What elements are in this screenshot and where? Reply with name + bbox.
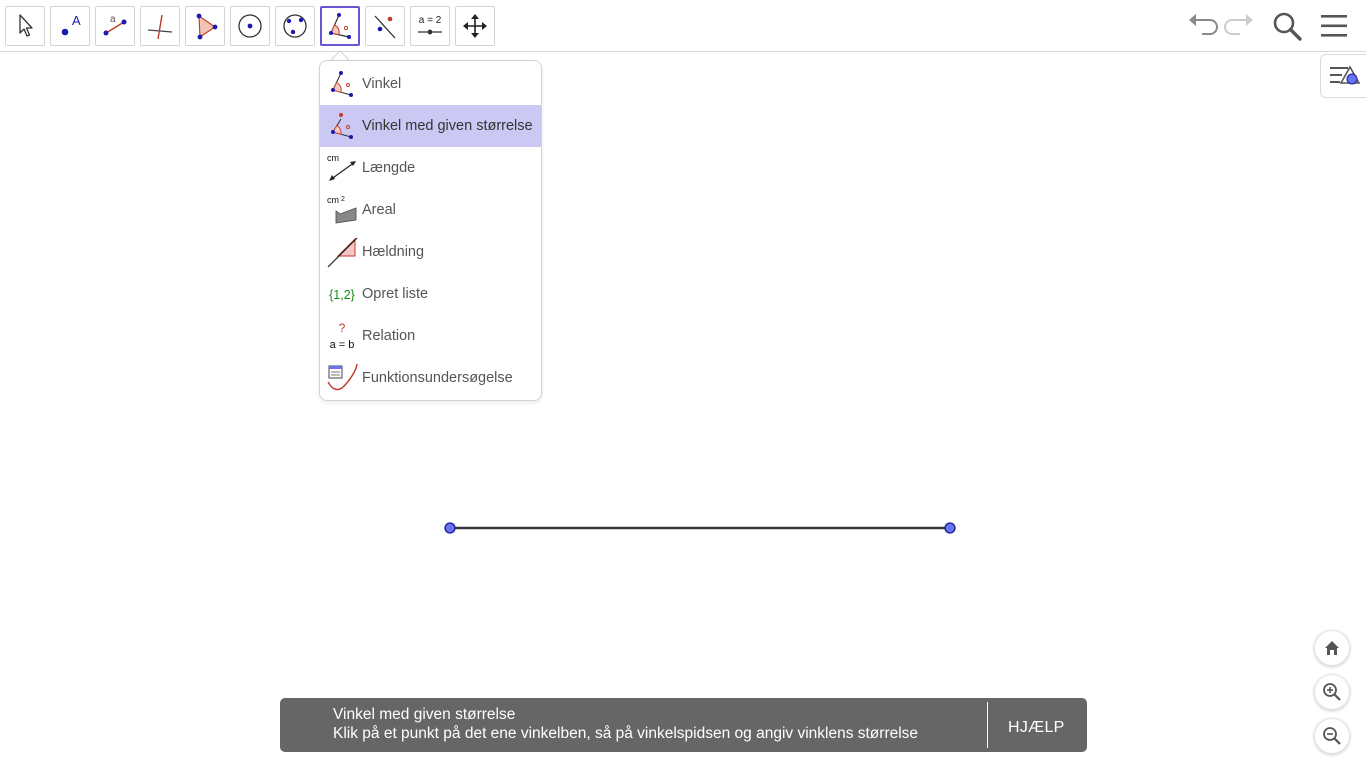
perpendicular-tool-button[interactable] [140,6,180,46]
point-tool-label: A [72,13,81,28]
angle-tool-button[interactable] [320,6,360,46]
reflect-icon [374,15,396,39]
angle-icon [329,13,351,39]
circle-three-points-tool-button[interactable] [275,6,315,46]
tooltip-description: Klik på et punkt på det ene vinkelben, s… [333,725,919,742]
polygon-icon [196,13,218,40]
move-tool-button[interactable] [5,6,45,46]
point-right[interactable] [944,522,956,534]
zoom-out-icon [1323,727,1341,745]
zoom-in-icon [1323,683,1341,701]
arrow-pointer-icon [19,14,33,37]
main-menu-button[interactable] [1317,10,1351,42]
tool-help-tooltip: Vinkel med given størrelse Klik på et pu… [280,698,1087,752]
segment-tool-button[interactable]: a [95,6,135,46]
point-left[interactable] [444,522,456,534]
circle-three-points-icon [283,14,307,38]
menu-icon [1321,15,1347,37]
tooltip-divider [987,702,988,748]
search-button[interactable] [1270,10,1304,42]
undo-icon [1189,14,1218,35]
perpendicular-line-icon [147,14,173,40]
home-icon [1325,641,1339,655]
zoom-out-button[interactable] [1314,718,1350,754]
circle-center-icon [238,14,262,38]
toolbar: A a a = 2 [0,0,1366,52]
reflect-tool-button[interactable] [365,6,405,46]
move-graphics-tool-button[interactable] [455,6,495,46]
slider-tool-label: a = 2 [419,15,442,26]
search-icon [1273,12,1302,41]
polygon-tool-button[interactable] [185,6,225,46]
segment-icon: a [103,14,127,36]
zoom-in-button[interactable] [1314,674,1350,710]
slider-icon: a = 2 [418,15,442,35]
undo-button[interactable] [1185,10,1219,42]
graphics-view[interactable] [0,53,1366,693]
point-tool-button[interactable]: A [50,6,90,46]
point-icon: A [61,13,81,36]
tooltip-title: Vinkel med given størrelse [333,706,516,723]
redo-icon [1224,14,1253,35]
help-button[interactable]: HJÆLP [1008,719,1065,737]
circle-center-tool-button[interactable] [230,6,270,46]
home-view-button[interactable] [1314,630,1350,666]
segment-tool-label: a [110,14,116,25]
move-view-icon [463,14,487,38]
redo-button[interactable] [1223,10,1257,42]
slider-tool-button[interactable]: a = 2 [410,6,450,46]
